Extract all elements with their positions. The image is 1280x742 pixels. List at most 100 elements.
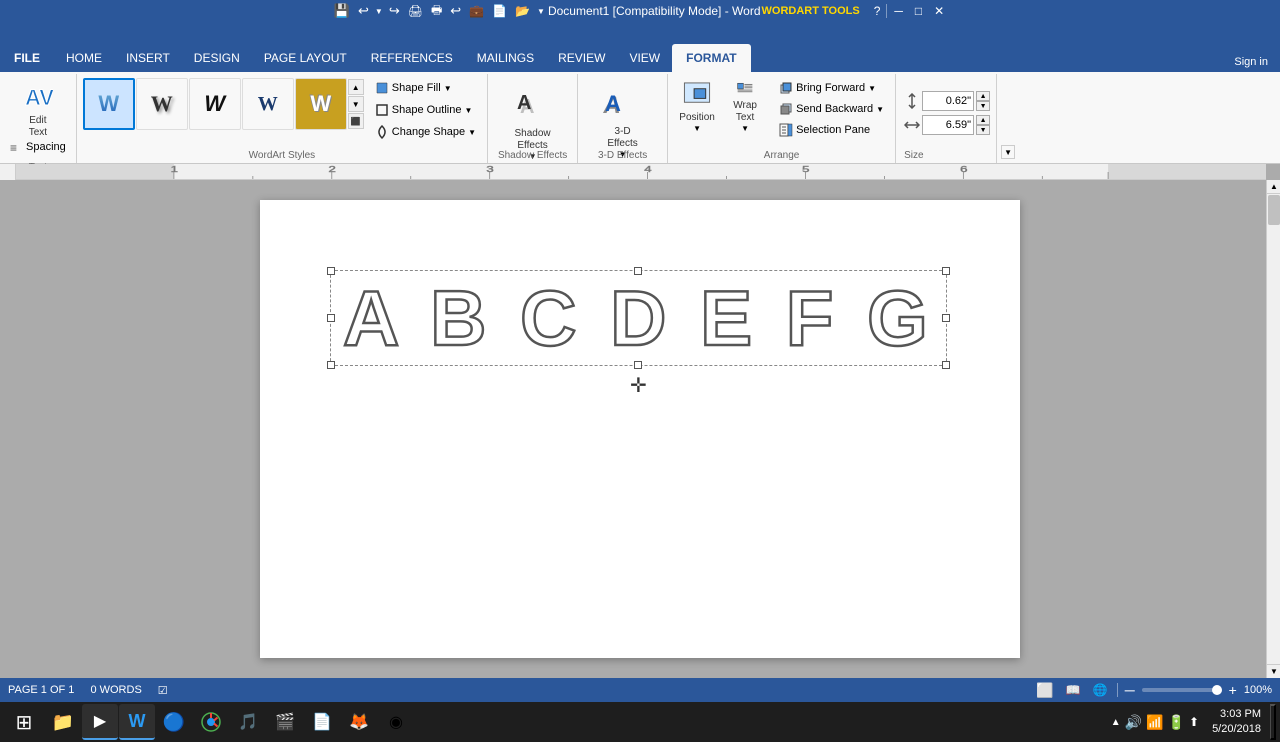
ribbon-expand-button[interactable]: ▼ [1001, 145, 1015, 159]
wordart-style-1[interactable]: W [83, 78, 135, 130]
tab-home[interactable]: HOME [54, 44, 114, 72]
shape-outline-button[interactable]: Shape Outline ▼ [370, 100, 481, 120]
handle-se[interactable] [942, 361, 950, 369]
maximize-button[interactable]: □ [910, 3, 927, 19]
start-button[interactable]: ⊞ [4, 704, 44, 740]
wordart-style-2[interactable]: W [136, 78, 188, 130]
signin-label[interactable]: Sign in [1222, 52, 1280, 72]
tray-onedrive[interactable]: ⬆ [1189, 715, 1199, 729]
height-spin-down[interactable]: ▼ [976, 101, 990, 111]
handle-w[interactable] [327, 314, 335, 322]
edge-taskbar[interactable]: ▶ [82, 704, 118, 740]
tray-volume[interactable]: 🔊 [1125, 714, 1142, 731]
zoom-in-button[interactable]: + [1228, 681, 1238, 699]
wrap-text-button[interactable]: WrapText ▼ [722, 78, 768, 136]
tab-references[interactable]: REFERENCES [359, 44, 465, 72]
close-button[interactable]: ✕ [929, 3, 949, 19]
edit-text-button[interactable]: AV EditText [12, 78, 64, 134]
bring-forward-button[interactable]: Bring Forward ▼ [774, 78, 889, 98]
adobe-taskbar[interactable]: 📄 [304, 704, 340, 740]
quick-print-button[interactable]: 🖶 [428, 0, 445, 23]
ie-taskbar[interactable]: 🔵 [156, 704, 192, 740]
word-count: 0 WORDS [90, 684, 141, 696]
width-spin-down[interactable]: ▼ [976, 125, 990, 135]
web-layout-button[interactable]: 🌐 [1090, 682, 1111, 698]
handle-nw[interactable] [327, 267, 335, 275]
zoom-out-button[interactable]: ─ [1124, 681, 1136, 699]
word-taskbar[interactable]: W [119, 704, 155, 740]
read-mode-button[interactable]: 📖 [1063, 682, 1084, 698]
redo-button[interactable]: ↪ [386, 2, 403, 20]
zoom-pct: 100% [1244, 684, 1272, 696]
title: Document1 [Compatibility Mode] - Word [548, 4, 761, 18]
minimize-button[interactable]: ─ [889, 3, 908, 19]
tray-battery[interactable]: 🔋 [1168, 714, 1185, 731]
width-spin-up[interactable]: ▲ [976, 115, 990, 125]
scroll-down-button[interactable]: ▼ [1267, 664, 1280, 678]
shadow-effects-button[interactable]: A A ShadowEffects ▼ [501, 82, 565, 140]
shape-fill-button[interactable]: Shape Fill ▼ [370, 78, 481, 98]
ribbon-group-size: ▲ ▼ ▲ ▼ Size [896, 74, 997, 163]
height-input[interactable] [922, 91, 974, 111]
send-backward-button[interactable]: Send Backward ▼ [774, 99, 889, 119]
spacing-button[interactable]: ≡ Spacing [6, 138, 70, 156]
tab-design[interactable]: DESIGN [182, 44, 252, 72]
svg-text:6: 6 [960, 165, 967, 174]
gallery-expand[interactable]: ⬛ [348, 113, 364, 129]
music-taskbar[interactable]: 🎵 [230, 704, 266, 740]
print-layout-button[interactable]: ⬜ [1033, 681, 1056, 700]
gallery-scroll-up[interactable]: ▲ [348, 79, 364, 95]
handle-n[interactable] [634, 267, 642, 275]
handle-s[interactable] [634, 361, 642, 369]
wordart-style-4[interactable]: W [242, 78, 294, 130]
tab-page-layout[interactable]: PAGE LAYOUT [252, 44, 359, 72]
qat-customize[interactable]: ▼ [535, 6, 547, 17]
threed-effects-button[interactable]: A A 3-DEffects ▼ [591, 82, 655, 140]
position-button[interactable]: Position ▼ [674, 78, 720, 136]
zoom-slider[interactable] [1142, 688, 1222, 692]
selection-pane-label: Selection Pane [796, 124, 870, 136]
scroll-thumb[interactable] [1268, 195, 1280, 225]
wordart-tools-label: WORDART TOOLS [762, 5, 860, 17]
tab-review[interactable]: REVIEW [546, 44, 617, 72]
width-icon [904, 117, 920, 133]
show-desktop-button[interactable] [1270, 704, 1276, 740]
scroll-up-button[interactable]: ▲ [1267, 180, 1280, 194]
width-input[interactable] [922, 115, 974, 135]
taskbar-clock[interactable]: 3:03 PM 5/20/2018 [1204, 707, 1269, 738]
scrollbar-vertical[interactable]: ▲ ▼ [1266, 180, 1280, 678]
tab-view[interactable]: VIEW [617, 44, 672, 72]
tab-format[interactable]: FORMAT [672, 44, 750, 72]
chrome-taskbar[interactable] [193, 704, 229, 740]
firefox-taskbar[interactable]: 🦊 [341, 704, 377, 740]
undo-button[interactable]: ↩ [355, 2, 372, 20]
save2-button[interactable]: 💼 [466, 3, 487, 19]
other-taskbar[interactable]: ◉ [378, 704, 414, 740]
file-explorer-taskbar[interactable]: 📁 [45, 704, 81, 740]
height-spin-up[interactable]: ▲ [976, 91, 990, 101]
selection-pane-button[interactable]: Selection Pane [774, 120, 889, 140]
handle-sw[interactable] [327, 361, 335, 369]
gallery-scroll-down[interactable]: ▼ [348, 96, 364, 112]
wordart-style-3[interactable]: W [189, 78, 241, 130]
wordart-container[interactable]: A B C D E F G ✛ [330, 270, 947, 366]
new-button[interactable]: 📄 [489, 3, 510, 19]
handle-e[interactable] [942, 314, 950, 322]
open-button[interactable]: 📂 [512, 3, 533, 19]
save-button[interactable]: 💾 [331, 2, 353, 20]
print-preview-button[interactable]: 🖨 [405, 3, 426, 19]
proofing-icon[interactable]: ☑ [158, 684, 168, 697]
undo2-button[interactable]: ↩ [447, 2, 464, 20]
undo-dropdown[interactable]: ▼ [374, 6, 384, 17]
help-button[interactable]: ? [870, 3, 885, 19]
tab-file[interactable]: FILE [0, 44, 54, 72]
tray-arrow[interactable]: ▲ [1111, 717, 1121, 728]
wordart-style-5[interactable]: W [295, 78, 347, 130]
video-taskbar[interactable]: 🎬 [267, 704, 303, 740]
tray-network[interactable]: 📶 [1146, 714, 1163, 731]
svg-text:A: A [605, 91, 621, 116]
tab-insert[interactable]: INSERT [114, 44, 182, 72]
tab-mailings[interactable]: MAILINGS [465, 44, 546, 72]
handle-ne[interactable] [942, 267, 950, 275]
change-shape-button[interactable]: Change Shape ▼ [370, 122, 481, 142]
